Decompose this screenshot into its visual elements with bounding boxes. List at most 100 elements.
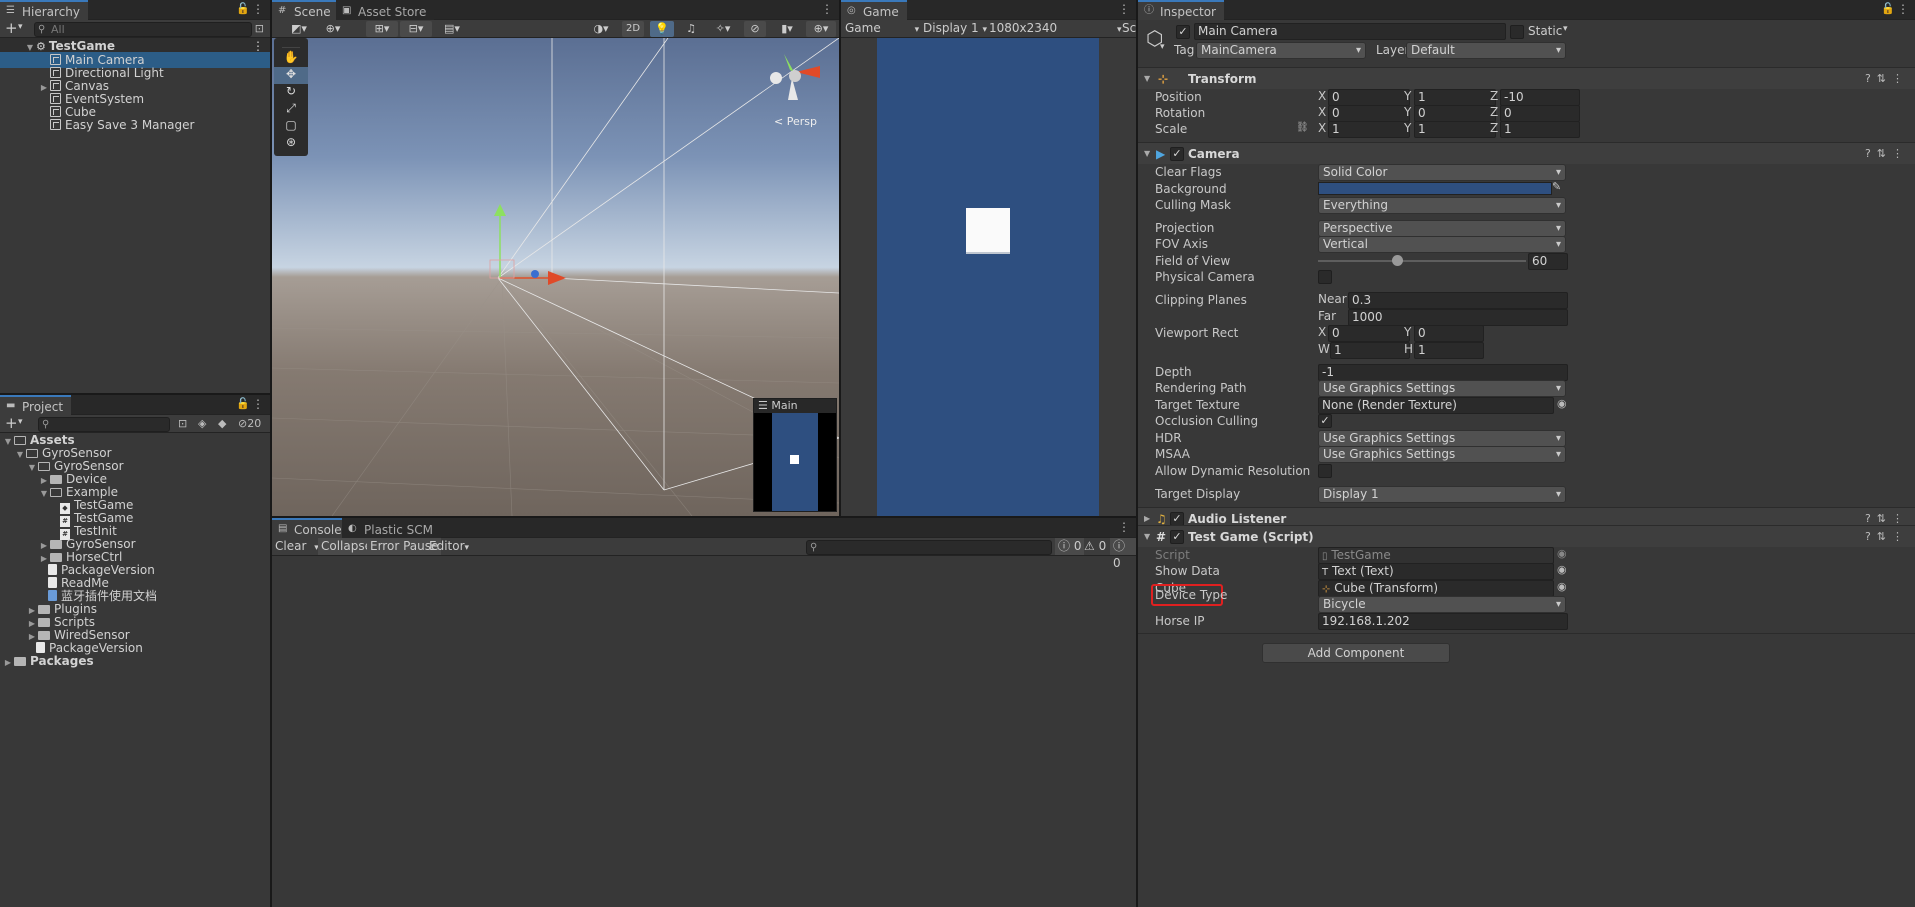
viewport-w-field[interactable]: 1	[1330, 342, 1410, 359]
move-tool-icon[interactable]: ✥	[274, 67, 308, 84]
editor-dropdown[interactable]: Editor▾	[429, 539, 469, 553]
camera-header[interactable]: ▼ ▶ ✓ Camera ?⇅⋮	[1138, 142, 1915, 164]
scale-tool-icon[interactable]: ⤢	[274, 101, 308, 118]
foldout-arrow-icon[interactable]: ▼	[1144, 143, 1150, 165]
object-picker-icon[interactable]: ◉	[1557, 580, 1567, 593]
layer-dropdown[interactable]: Default	[1406, 42, 1566, 59]
viewport-y-field[interactable]: 0	[1414, 325, 1484, 342]
add-component-button[interactable]: Add Component	[1262, 643, 1450, 663]
menu-dots-icon[interactable]: ⋮	[1897, 2, 1909, 16]
constrain-proportions-icon[interactable]: ⛓	[1296, 122, 1309, 133]
fov-slider-handle[interactable]	[1392, 255, 1404, 266]
target-display-dropdown[interactable]: Display 1	[1318, 486, 1566, 503]
hand-tool-icon[interactable]: ✋	[274, 50, 308, 67]
rotate-tool-icon[interactable]: ↻	[274, 84, 308, 101]
component-actions-icon[interactable]: ?⇅⋮	[1865, 526, 1909, 548]
dynamic-resolution-checkbox[interactable]	[1318, 464, 1332, 478]
viewport-x-field[interactable]: 0	[1328, 325, 1410, 342]
show-data-field[interactable]: T Text (Text)	[1318, 563, 1554, 580]
tab-hierarchy[interactable]: ☰ Hierarchy	[0, 0, 89, 20]
menu-dots-icon[interactable]: ⋮	[252, 397, 264, 411]
position-y-field[interactable]: 1	[1414, 89, 1496, 106]
menu-dots-icon[interactable]: ⋮	[1118, 2, 1130, 16]
hidden-packages-icon[interactable]: ⊘20	[238, 417, 261, 430]
clear-button[interactable]: Clear ▾	[275, 539, 319, 553]
eyedropper-icon[interactable]: ✎	[1552, 180, 1561, 193]
transform-header[interactable]: ▼ ⊹ Transform ?⇅⋮	[1138, 67, 1915, 89]
search-by-type-icon[interactable]: ⊡	[178, 417, 187, 430]
tag-icon[interactable]: ◆	[218, 417, 226, 430]
scale-z-field[interactable]: 1	[1500, 121, 1580, 138]
warning-count-toggle[interactable]: ⚠ 0	[1084, 539, 1106, 553]
snap-increment-icon[interactable]: ⊟▾	[400, 21, 432, 37]
fov-axis-dropdown[interactable]: Vertical	[1318, 236, 1566, 253]
effects-icon[interactable]: ✧▾	[708, 21, 738, 37]
add-icon[interactable]: +	[5, 415, 18, 432]
near-field[interactable]: 0.3	[1348, 292, 1568, 309]
script-enabled-checkbox[interactable]: ✓	[1170, 530, 1184, 544]
hierarchy-search-input[interactable]: ⚲ All	[34, 22, 252, 37]
persp-label[interactable]: < Persp	[774, 115, 817, 128]
orientation-gizmo-icon[interactable]	[762, 42, 832, 112]
position-z-field[interactable]: -10	[1500, 89, 1580, 106]
fov-slider-track[interactable]	[1318, 260, 1526, 262]
grid-toggle-icon[interactable]: ▤▾	[436, 21, 468, 37]
project-search-input[interactable]: ⚲	[38, 417, 170, 432]
tab-inspector[interactable]: ⓘ Inspector	[1138, 0, 1224, 20]
position-x-field[interactable]: 0	[1328, 89, 1410, 106]
scale-x-field[interactable]: 1	[1328, 121, 1410, 138]
rotation-z-field[interactable]: 0	[1500, 105, 1580, 122]
component-actions-icon[interactable]: ?⇅⋮	[1865, 143, 1909, 165]
error-count-toggle[interactable]: ⓘ 0	[1110, 538, 1136, 570]
culling-mask-dropdown[interactable]: Everything	[1318, 197, 1566, 214]
project-item-packages[interactable]: ▶ Packages	[0, 653, 270, 669]
fov-field[interactable]: 60	[1528, 253, 1568, 270]
transform-tool-icon[interactable]: ⊛	[274, 135, 308, 152]
test-game-script-header[interactable]: ▼ # ✓ Test Game (Script) ?⇅⋮	[1138, 525, 1915, 547]
console-search-input[interactable]: ⚲	[806, 540, 1052, 555]
lock-icon[interactable]: 🔓	[236, 397, 250, 410]
physical-camera-checkbox[interactable]	[1318, 270, 1332, 284]
button-2d[interactable]: 2D	[622, 21, 644, 37]
hidden-objects-icon[interactable]: ⊘	[744, 21, 766, 37]
chevron-down-icon[interactable]: ▾	[18, 417, 23, 427]
foldout-arrow-icon[interactable]: ▶	[2, 655, 14, 671]
tab-scene[interactable]: # Scene	[272, 0, 339, 20]
grid-snap-icon[interactable]: ⊞▾	[366, 21, 398, 37]
occlusion-culling-checkbox[interactable]: ✓	[1318, 414, 1332, 428]
clear-flags-dropdown[interactable]: Solid Color	[1318, 164, 1566, 181]
lock-icon[interactable]: 🔓	[236, 2, 250, 15]
camera-enabled-checkbox[interactable]: ✓	[1170, 147, 1184, 161]
rotation-x-field[interactable]: 0	[1328, 105, 1410, 122]
chevron-down-icon[interactable]: ▾	[18, 22, 23, 32]
cube-field[interactable]: ⊹ Cube (Transform)	[1318, 580, 1554, 597]
shading-icon[interactable]: ◑▾	[586, 21, 616, 37]
chevron-down-icon[interactable]: ▾	[1563, 24, 1568, 34]
rendering-path-dropdown[interactable]: Use Graphics Settings	[1318, 380, 1566, 397]
horse-ip-field[interactable]: 192.168.1.202	[1318, 613, 1568, 630]
gizmos-icon[interactable]: ⊕▾	[806, 21, 836, 37]
menu-dots-icon[interactable]: ⋮	[252, 2, 264, 16]
lock-icon[interactable]: 🔓	[1881, 2, 1895, 15]
object-picker-icon[interactable]: ◉	[1557, 397, 1567, 410]
camera-settings-icon[interactable]: ▮▾	[772, 21, 802, 37]
depth-field[interactable]: -1	[1318, 364, 1568, 381]
projection-dropdown[interactable]: Perspective	[1318, 220, 1566, 237]
scene-filter-icon[interactable]: ⊡	[255, 22, 264, 35]
rotation-y-field[interactable]: 0	[1414, 105, 1496, 122]
tag-dropdown[interactable]: MainCamera	[1196, 42, 1366, 59]
object-name-field[interactable]: Main Camera	[1194, 23, 1506, 40]
msaa-dropdown[interactable]: Use Graphics Settings	[1318, 446, 1566, 463]
resolution-dropdown[interactable]: 1080x2340 ▾	[989, 21, 1122, 35]
add-icon[interactable]: +	[5, 20, 18, 37]
hdr-dropdown[interactable]: Use Graphics Settings	[1318, 430, 1566, 447]
tab-plastic-scm[interactable]: ◐ Plastic SCM	[342, 518, 441, 538]
game-mode-dropdown[interactable]: Game ▾	[845, 21, 919, 35]
foldout-arrow-icon[interactable]: ▼	[1144, 68, 1150, 90]
active-checkbox[interactable]: ✓	[1176, 25, 1190, 39]
viewport-h-field[interactable]: 1	[1414, 342, 1484, 359]
menu-dots-icon[interactable]: ⋮	[1118, 520, 1130, 534]
hierarchy-item-easy-save[interactable]: Easy Save 3 Manager	[0, 117, 270, 133]
filter-by-label-icon[interactable]: ◈	[198, 417, 206, 430]
info-count-toggle[interactable]: ⓘ 0	[1055, 538, 1085, 555]
